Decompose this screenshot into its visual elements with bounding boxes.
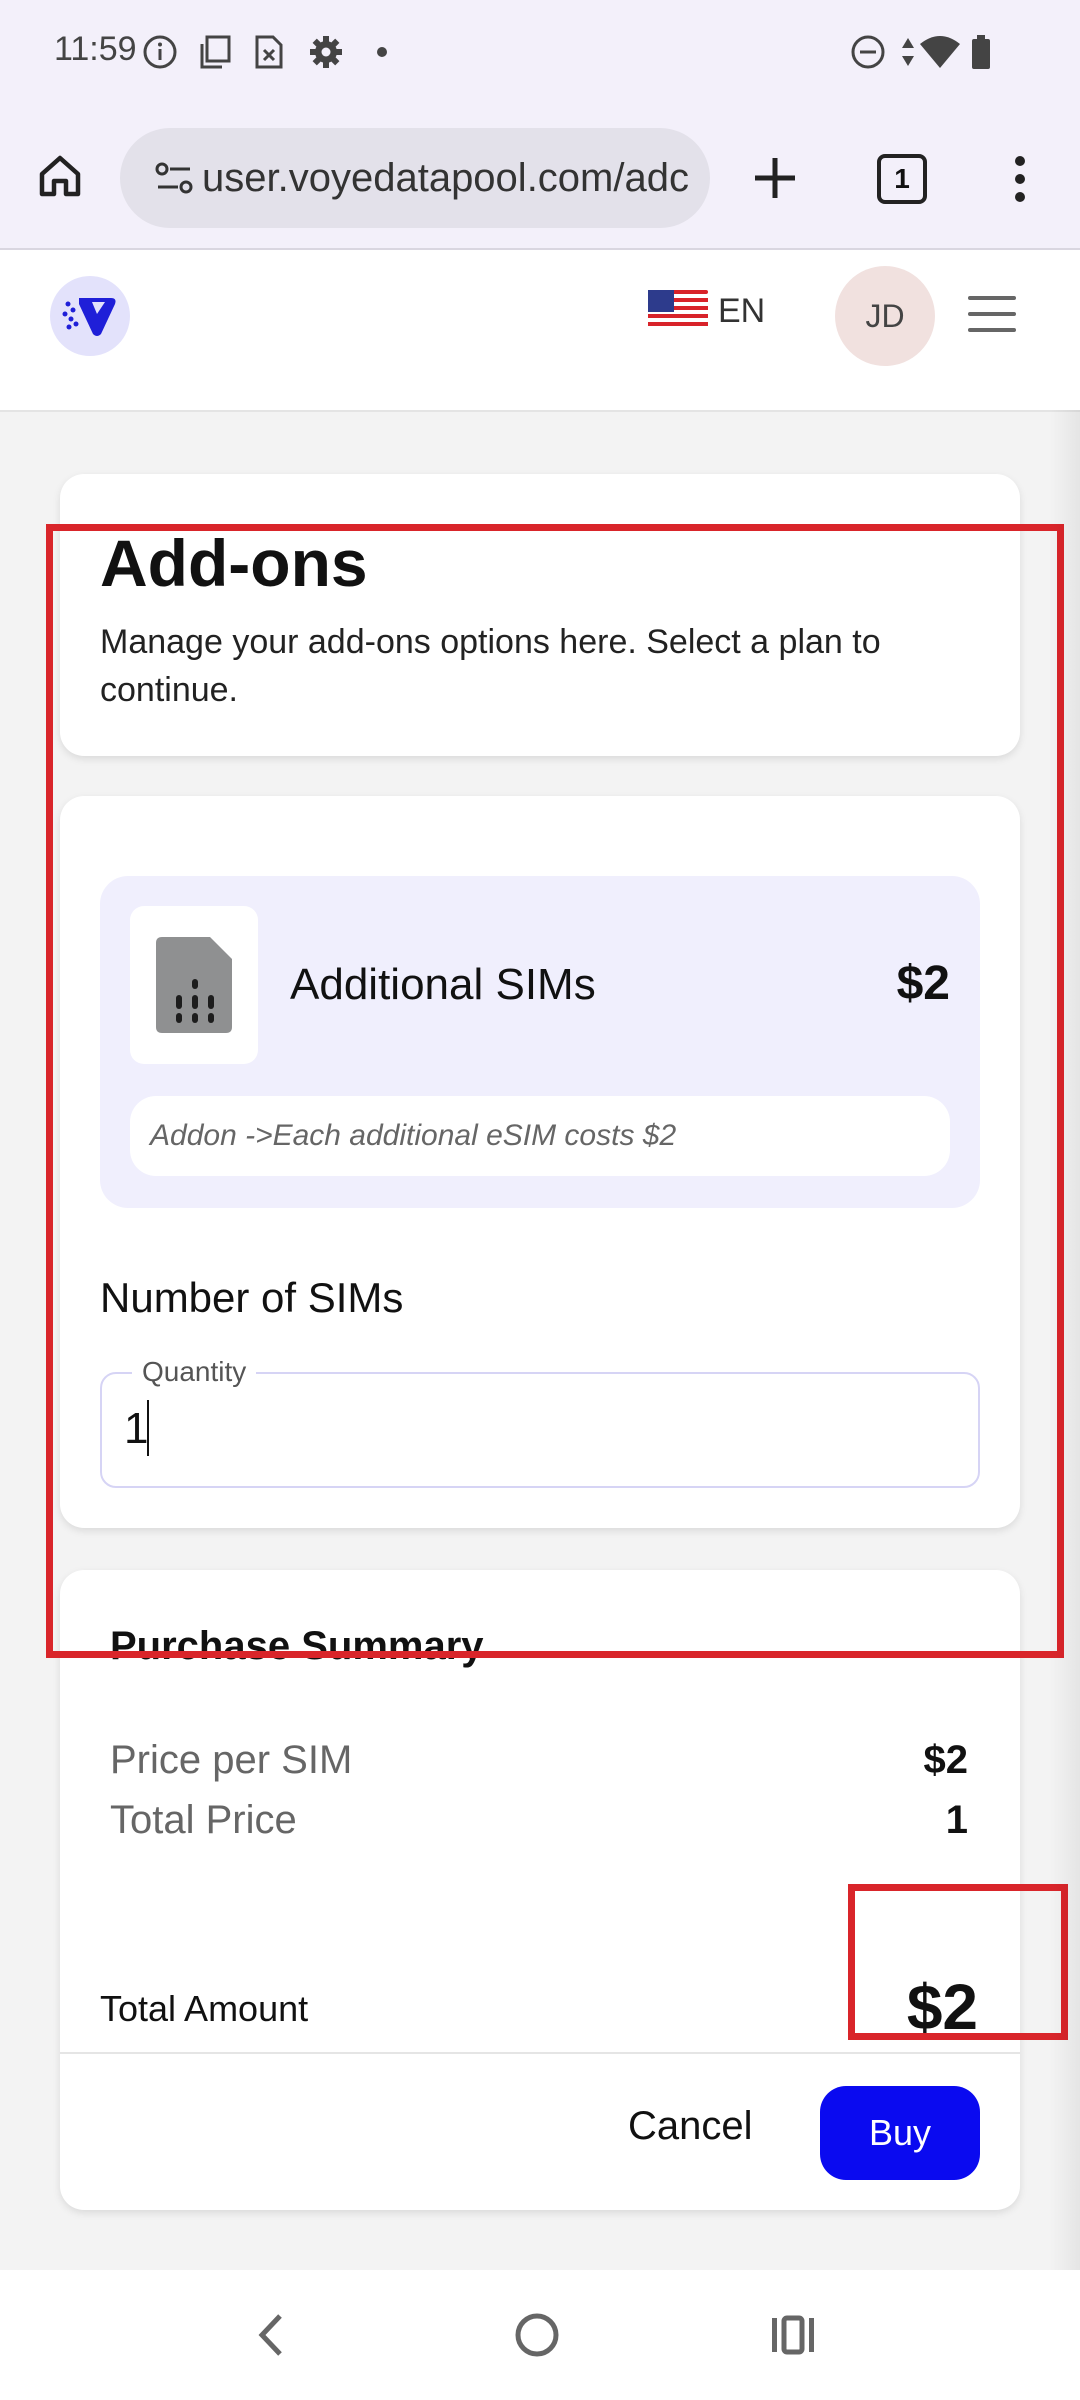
language-selector[interactable]: EN [718,292,765,331]
copy-icon [198,34,232,70]
site-settings-icon[interactable] [154,158,194,203]
total-price-value: 1 [945,1798,968,1842]
site-logo[interactable] [50,276,130,356]
total-amount-label: Total Amount [100,1988,309,2029]
clock: 11:59 [54,30,137,68]
tab-count: 1 [894,163,910,194]
total-price-label: Total Price [110,1798,297,1842]
hamburger-menu-icon[interactable] [968,296,1016,336]
system-nav-bar [0,2270,1080,2400]
status-bar: 11:59 [0,0,1080,106]
avatar[interactable]: JD [835,266,935,366]
dnd-icon [850,34,886,70]
highlight-box-main [46,524,1064,1658]
price-per-sim-value: $2 [923,1738,969,1782]
tab-switcher-button[interactable]: 1 [877,154,927,204]
divider [60,2052,1020,2054]
more-options-icon[interactable] [1005,152,1035,206]
back-icon[interactable] [250,2310,290,2365]
avatar-initials: JD [865,297,905,334]
address-bar[interactable]: user.voyedatapool.com/adc [120,128,710,228]
cancel-button[interactable]: Cancel [628,2104,753,2149]
price-per-sim-label: Price per SIM [110,1738,353,1782]
info-icon [142,34,178,70]
new-tab-icon[interactable] [745,148,805,208]
dot-icon [376,34,388,70]
wifi-icon [918,34,962,70]
site-header: EN JD [0,250,1080,412]
settings-icon [308,34,344,70]
browser-toolbar: user.voyedatapool.com/adc 1 [0,106,1080,250]
highlight-box-total [848,1884,1068,2040]
home-icon[interactable] [30,146,90,206]
recent-apps-icon[interactable] [768,2310,818,2365]
edge-shadow [1050,410,1080,2270]
data-arrows-icon [900,34,916,70]
file-x-icon [254,34,284,70]
us-flag-icon[interactable] [648,290,708,330]
url-text: user.voyedatapool.com/adc [202,156,689,200]
battery-icon [970,34,992,70]
home-nav-icon[interactable] [512,2310,562,2365]
buy-button[interactable]: Buy [820,2086,980,2180]
